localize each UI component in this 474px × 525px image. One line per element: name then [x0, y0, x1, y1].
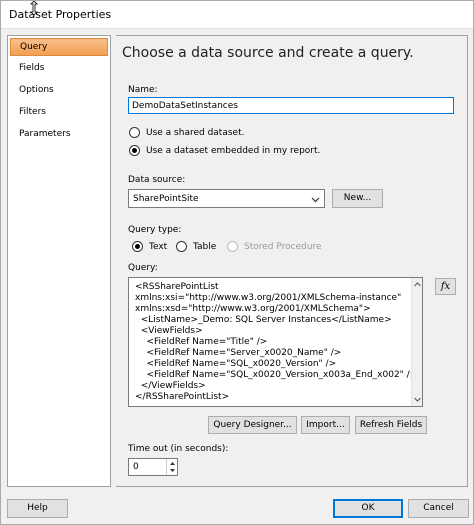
help-button[interactable]: Help: [7, 499, 68, 518]
ok-button[interactable]: OK: [333, 499, 403, 518]
window-title: Dataset Properties: [9, 8, 112, 21]
refresh-fields-button[interactable]: Refresh Fields: [355, 416, 427, 434]
query-textarea[interactable]: <RSSharePointList xmlns:xsi="http://www.…: [128, 277, 423, 407]
import-button[interactable]: Import...: [301, 416, 350, 434]
name-input[interactable]: DemoDataSetInstances: [128, 97, 454, 114]
query-line: </RSSharePointList>: [135, 392, 230, 402]
expression-button[interactable]: fx: [435, 278, 456, 295]
stepper-up-icon[interactable]: [168, 460, 177, 467]
query-line: <ViewFields>: [135, 326, 203, 336]
sidebar-item-label: Query: [20, 42, 48, 52]
dataset-properties-dialog: Dataset Properties Query Fields Options …: [0, 0, 474, 525]
query-line: xmlns:xsi="http://www.w3.org/2001/XMLSch…: [135, 293, 402, 303]
stepper-buttons: [166, 459, 177, 475]
sidebar-item-label: Parameters: [19, 129, 71, 139]
datasource-select[interactable]: SharePointSite: [128, 189, 325, 208]
cancel-button[interactable]: Cancel: [408, 499, 469, 518]
query-designer-button[interactable]: Query Designer...: [208, 416, 297, 434]
shared-dataset-label: Use a shared dataset.: [146, 128, 245, 138]
timeout-label: Time out (in seconds):: [128, 444, 229, 454]
timeout-stepper[interactable]: 0: [128, 458, 178, 476]
query-label: Query:: [128, 263, 158, 273]
query-type-table-label: Table: [193, 242, 217, 252]
query-line: <FieldRef Name="Server_x0020_Name" />: [135, 348, 342, 358]
datasource-label: Data source:: [128, 175, 186, 185]
query-scrollbar[interactable]: [411, 278, 422, 406]
query-type-table-radio[interactable]: [176, 241, 187, 252]
query-line: <FieldRef Name="SQL_x0020_Version" />: [135, 359, 337, 369]
timeout-value: 0: [133, 462, 139, 472]
sidebar-item-label: Filters: [19, 107, 46, 117]
page-title: Choose a data source and create a query.: [122, 45, 414, 61]
mouse-cursor-icon: [30, 1, 38, 15]
sidebar-item-fields[interactable]: Fields: [10, 60, 108, 78]
sidebar-item-parameters[interactable]: Parameters: [10, 126, 108, 144]
query-type-stored-procedure-label: Stored Procedure: [244, 242, 322, 252]
query-type-text-radio[interactable]: [132, 241, 143, 252]
query-line: </ViewFields>: [135, 381, 206, 391]
title-bar[interactable]: Dataset Properties: [1, 1, 473, 29]
sidebar-item-query[interactable]: Query: [10, 38, 108, 56]
query-line: xmlns:xsd="http://www.w3.org/2001/XMLSch…: [135, 304, 371, 314]
query-type-label: Query type:: [128, 225, 182, 235]
sidebar-item-label: Options: [19, 85, 54, 95]
scroll-up-icon[interactable]: [413, 280, 422, 289]
query-line: <ListName>_Demo: SQL Server Instances</L…: [135, 315, 392, 325]
query-line: <FieldRef Name="Title" />: [135, 337, 268, 347]
name-label: Name:: [128, 85, 158, 95]
sidebar-nav: Query Fields Options Filters Parameters: [7, 35, 111, 487]
datasource-value: SharePointSite: [133, 194, 199, 204]
sidebar-item-label: Fields: [19, 63, 45, 73]
stepper-down-icon[interactable]: [168, 467, 177, 474]
query-type-stored-procedure-radio[interactable]: [227, 241, 238, 252]
shared-dataset-radio[interactable]: [129, 127, 140, 138]
sidebar-item-options[interactable]: Options: [10, 82, 108, 100]
fx-icon: fx: [440, 281, 451, 292]
query-type-text-label: Text: [149, 242, 168, 252]
query-line: <RSSharePointList: [135, 282, 219, 292]
embedded-dataset-label: Use a dataset embedded in my report.: [146, 146, 321, 156]
embedded-dataset-radio[interactable]: [129, 145, 140, 156]
chevron-down-icon: [311, 197, 320, 203]
new-datasource-button[interactable]: New...: [332, 189, 383, 208]
scroll-down-icon[interactable]: [413, 395, 422, 404]
sidebar-item-filters[interactable]: Filters: [10, 104, 108, 122]
query-line: <FieldRef Name="SQL_x0020_Version_x003a_…: [135, 370, 418, 380]
